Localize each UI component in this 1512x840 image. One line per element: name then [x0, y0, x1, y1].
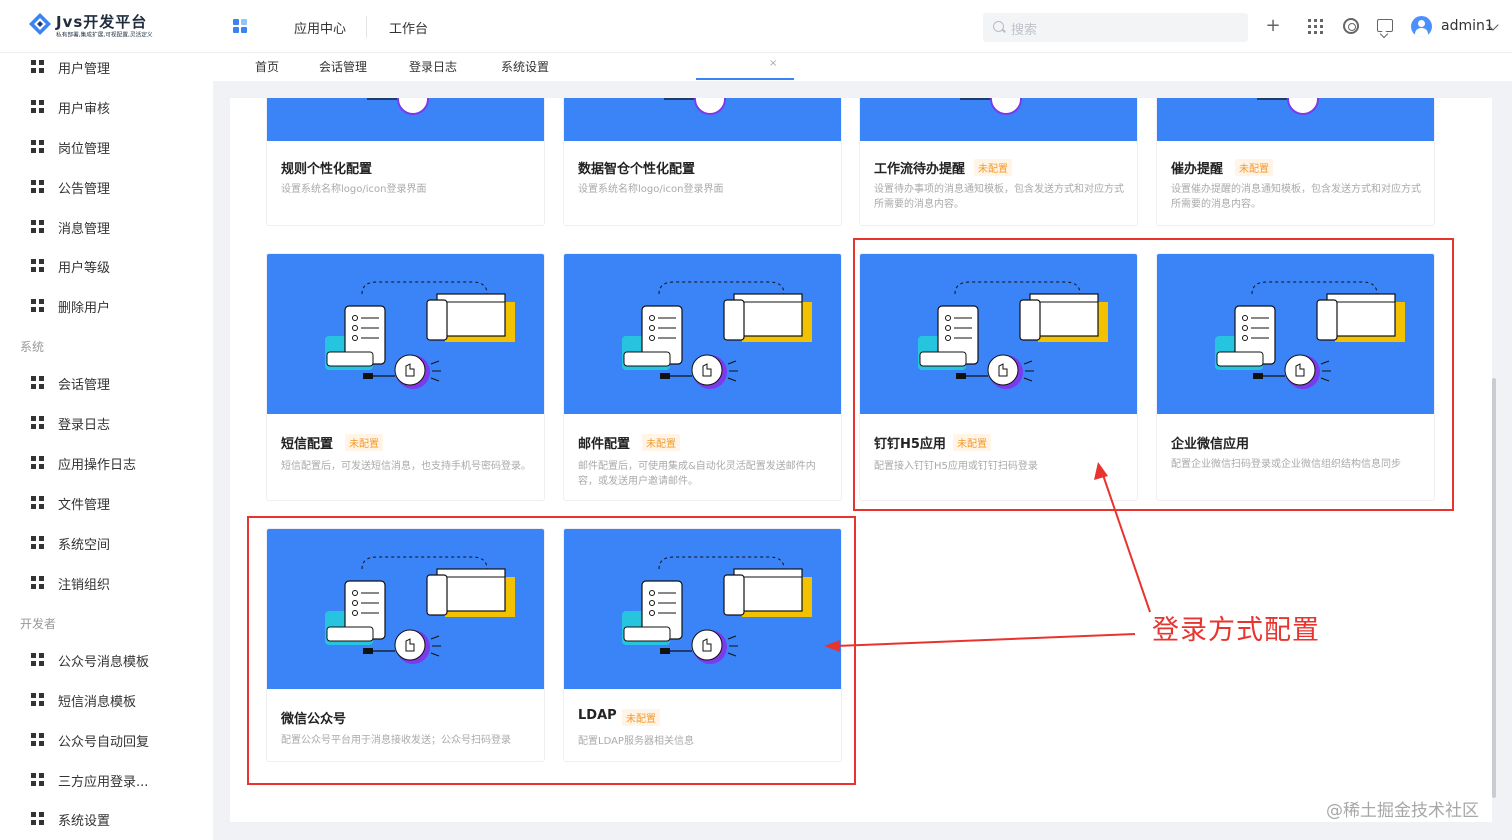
annotation-arrows: [824, 462, 1151, 652]
source-watermark: @稀土掘金技术社区: [1326, 801, 1479, 821]
annotation-label: 登录方式配置: [1152, 615, 1320, 646]
